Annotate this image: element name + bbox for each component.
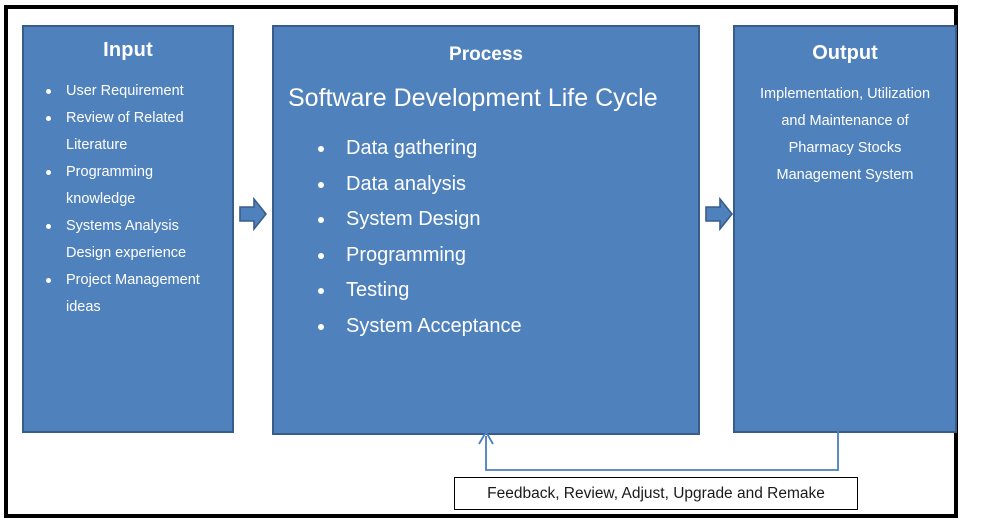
- process-panel: Process Software Development Life Cycle …: [272, 25, 700, 435]
- bullet-dot-icon: [46, 89, 51, 94]
- process-list-item-label: Programming: [346, 243, 467, 266]
- process-list-item-label: Testing: [346, 279, 410, 301]
- input-list-item: Review of Related Literature: [38, 105, 226, 159]
- input-list-item-label: Review of Related Literature: [66, 110, 184, 153]
- process-list-item: Testing: [310, 273, 698, 309]
- process-list-item-label: Data gathering: [346, 137, 478, 159]
- feedback-label-text: Feedback, Review, Adjust, Upgrade and Re…: [487, 484, 825, 502]
- bullet-dot-icon: [318, 252, 324, 259]
- process-subtitle: Software Development Life Cycle: [288, 84, 658, 112]
- bullet-dot-icon: [318, 146, 324, 152]
- output-panel-body: Implementation, Utilization and Maintena…: [759, 86, 931, 183]
- process-panel-title: Process: [449, 44, 523, 65]
- process-list-item: System Acceptance: [310, 309, 698, 345]
- input-list-item-label: Programming knowledge: [66, 164, 154, 207]
- bullet-dot-icon: [46, 224, 51, 229]
- arrow-input-to-process-icon: [238, 196, 268, 232]
- bullet-dot-icon: [318, 288, 324, 294]
- process-list-item-label: Data analysis: [346, 172, 467, 195]
- arrow-process-to-output-icon: [704, 196, 734, 232]
- input-list-item: Systems Analysis Design experience: [38, 213, 226, 267]
- bullet-dot-icon: [46, 170, 51, 175]
- bullet-dot-icon: [318, 181, 324, 188]
- process-list-item-label: System Acceptance: [346, 314, 522, 337]
- input-list-item-label: User Requirement: [66, 83, 184, 99]
- input-list-item: User Requirement: [38, 78, 226, 105]
- input-panel-title: Input: [103, 39, 153, 61]
- process-item-list: Data gathering Data analysis System Desi…: [310, 131, 698, 344]
- bullet-dot-icon: [46, 278, 51, 283]
- input-list-item-label: Systems Analysis Design experience: [66, 218, 187, 261]
- feedback-label-box: Feedback, Review, Adjust, Upgrade and Re…: [454, 477, 858, 510]
- process-list-item: Programming: [310, 238, 698, 274]
- bullet-dot-icon: [318, 217, 324, 223]
- input-list-item: Project Management ideas: [38, 267, 226, 321]
- input-list-item-label: Project Management ideas: [66, 272, 200, 315]
- bullet-dot-icon: [46, 116, 51, 121]
- diagram-canvas: Input User Requirement Review of Related…: [0, 0, 983, 530]
- bullet-dot-icon: [318, 323, 324, 330]
- input-list-item: Programming knowledge: [38, 159, 226, 213]
- output-panel-title: Output: [812, 42, 878, 64]
- input-item-list: User Requirement Review of Related Liter…: [38, 78, 226, 321]
- input-panel: Input User Requirement Review of Related…: [22, 25, 234, 433]
- process-list-item: Data gathering: [310, 131, 698, 167]
- process-list-item: System Design: [310, 202, 698, 238]
- process-list-item: Data analysis: [310, 167, 698, 203]
- output-panel: Output Implementation, Utilization and M…: [733, 25, 957, 433]
- process-list-item-label: System Design: [346, 208, 481, 230]
